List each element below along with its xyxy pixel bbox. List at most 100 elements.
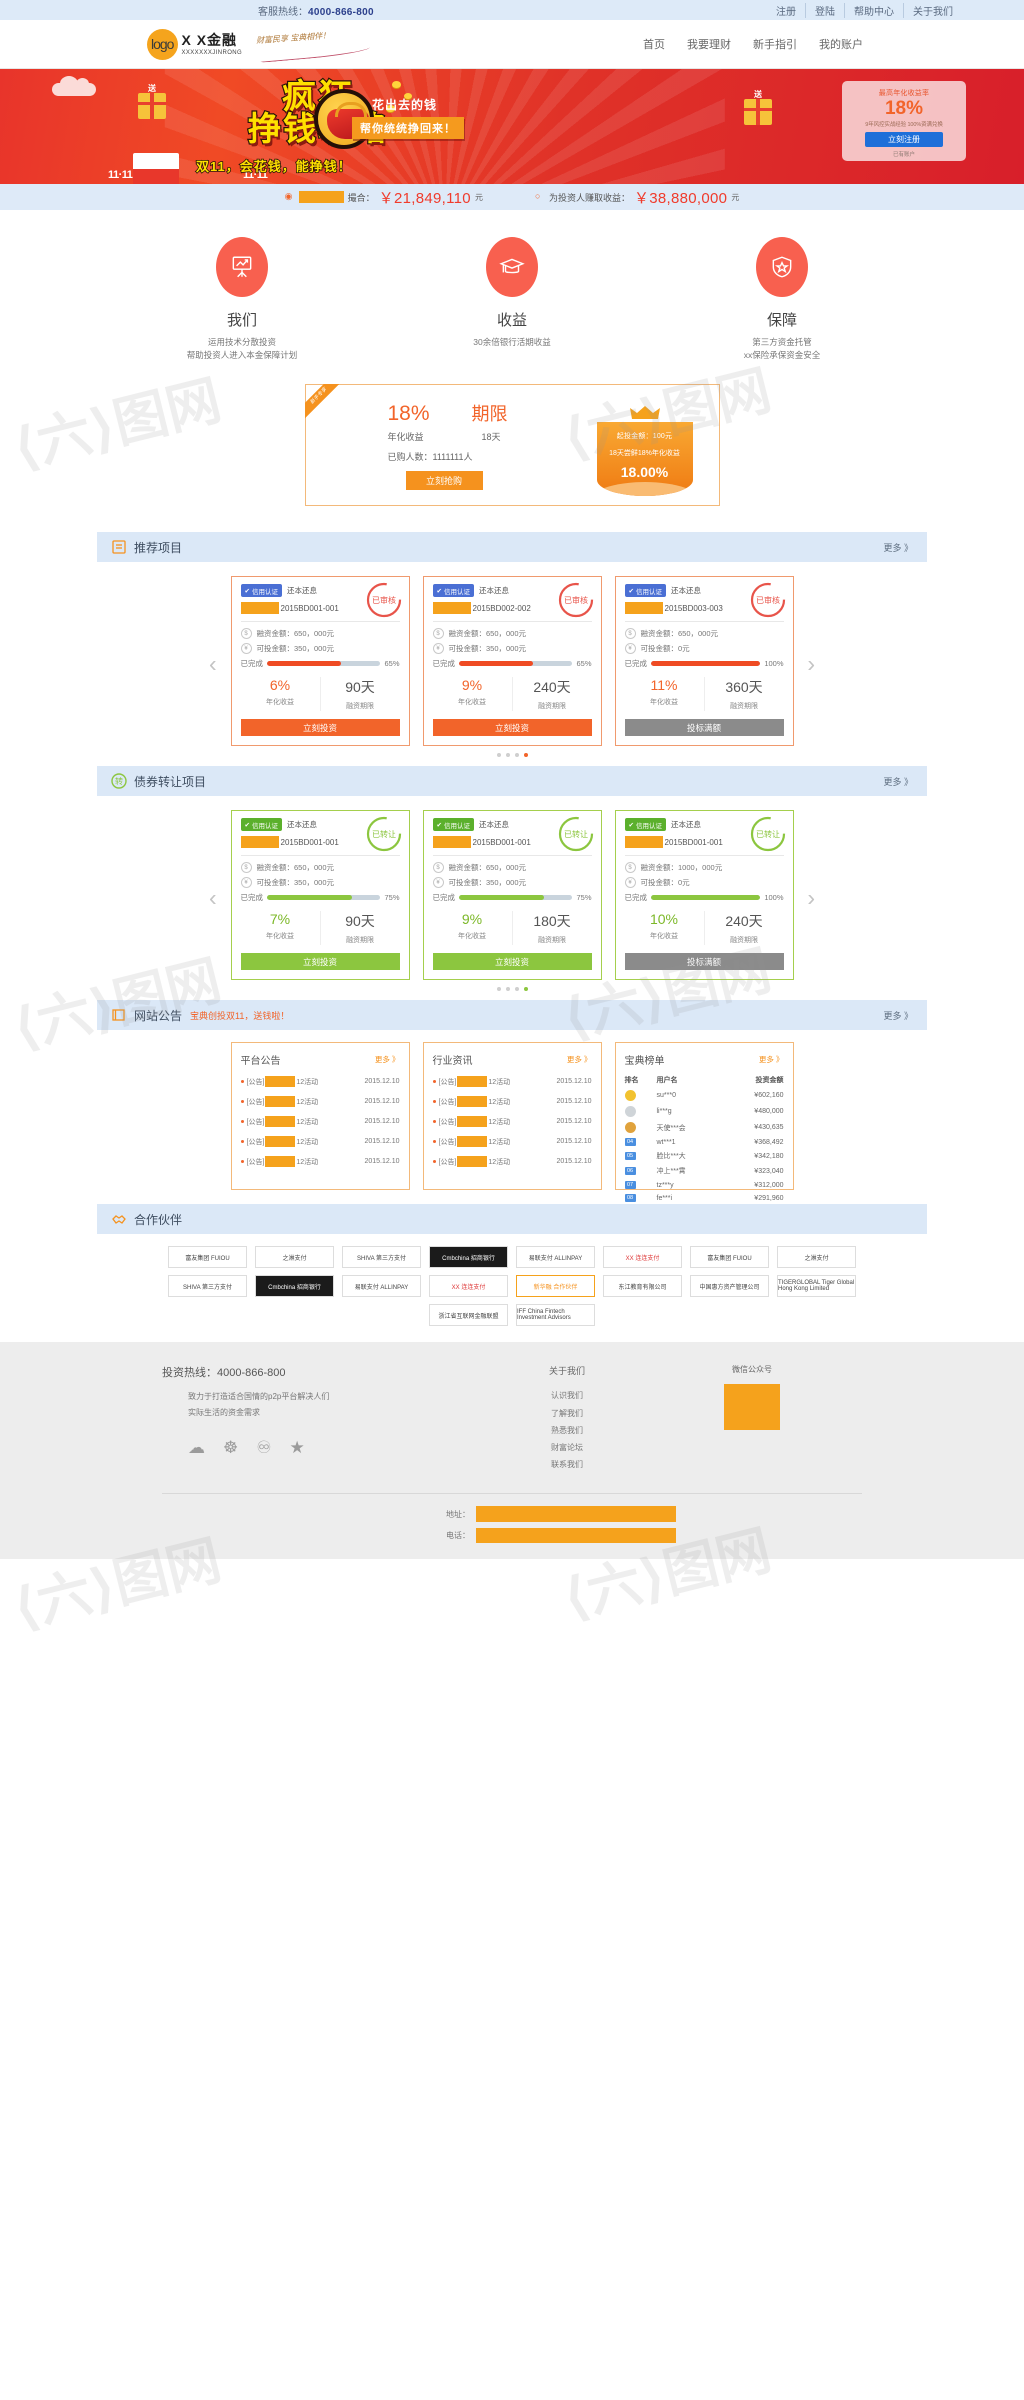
- register-footer[interactable]: 已有账户: [850, 150, 958, 158]
- notice-row[interactable]: [公告] 12活动 2015.12.10: [432, 1116, 592, 1128]
- nav-invest[interactable]: 我要理财: [687, 36, 731, 52]
- carousel-next-icon[interactable]: ›: [807, 885, 815, 912]
- dot[interactable]: [505, 753, 510, 758]
- promo-ribbon: 新手专享: [304, 384, 343, 422]
- notice-row[interactable]: [公告] 12活动 2015.12.10: [240, 1116, 400, 1128]
- footer-link-learn[interactable]: 了解我们: [492, 1405, 642, 1422]
- dot[interactable]: [514, 987, 519, 992]
- partner-logo[interactable]: 东江教育有限公司: [603, 1275, 682, 1298]
- partner-logo[interactable]: 富友集团 FUIOU: [168, 1246, 247, 1269]
- logo[interactable]: logo X X金融 XXXXXXXJINRONG 财富民享 宝典相伴！: [147, 28, 376, 63]
- partner-logo[interactable]: IFF China Fintech Investment Advisors: [516, 1304, 595, 1327]
- nav-home[interactable]: 首页: [643, 36, 665, 52]
- money-bag-icon: $: [624, 862, 636, 874]
- audit-stamp: 已审核: [749, 581, 787, 619]
- partner-logo[interactable]: XX 连连支付: [603, 1246, 682, 1269]
- investable-amount: 可投金额：350，000元: [448, 644, 527, 654]
- dot[interactable]: [496, 987, 501, 992]
- project-card[interactable]: ✔ 信用认证 还本还息 已审核 2015BD002-002 $ 融资金额：650，…: [422, 576, 602, 747]
- notice-row[interactable]: [公告] 12活动 2015.12.10: [432, 1096, 592, 1108]
- register-button[interactable]: 立刻注册: [865, 131, 943, 147]
- progress-bar: [651, 895, 761, 901]
- partner-logo[interactable]: 易联支付 ALLINPAY: [342, 1275, 421, 1298]
- dot-active[interactable]: [523, 987, 528, 992]
- gold-crown-icon: [624, 1090, 636, 1102]
- ranking-row: 06 冲上***霄 ¥323,040: [624, 1166, 784, 1176]
- dot[interactable]: [496, 753, 501, 758]
- link-about[interactable]: 关于我们: [904, 3, 962, 18]
- notice-row[interactable]: [公告] 12活动 2015.12.10: [432, 1136, 592, 1148]
- progress-label: 已完成: [432, 893, 456, 903]
- nav-account[interactable]: 我的账户: [819, 36, 863, 52]
- transfer-card[interactable]: ✔ 信用认证 还本还息 已转让 2015BD001-001 $ 融资金额：650，…: [230, 810, 410, 981]
- wechat-icon[interactable]: ☁: [188, 1438, 205, 1458]
- notice-row[interactable]: [公告] 12活动 2015.12.10: [240, 1136, 400, 1148]
- dot[interactable]: [514, 753, 519, 758]
- project-card[interactable]: ✔ 信用认证 还本还息 已审核 2015BD001-001 $ 融资金额：650，…: [230, 576, 410, 747]
- partner-logo[interactable]: 中国惠方资产管理公司: [690, 1275, 769, 1298]
- notice-more-link[interactable]: 更多 》: [883, 1009, 913, 1022]
- partner-logo[interactable]: SHIVA 第三方支付: [342, 1246, 421, 1269]
- stats-bar: ◉ 撮合： ￥21,849,110 元 ○ 为投资人赚取收益： ￥38,880,…: [0, 184, 1024, 210]
- partner-logo[interactable]: SHIVA 第三方支付: [168, 1275, 247, 1298]
- footer-link-forum[interactable]: 财富论坛: [492, 1439, 642, 1456]
- partner-logo[interactable]: XX 连连支付: [429, 1275, 508, 1298]
- partner-logo[interactable]: 浙江省互联网金融联盟: [429, 1304, 508, 1327]
- link-login[interactable]: 登陆: [806, 2, 845, 18]
- transfer-card[interactable]: ✔ 信用认证 还本还息 已转让 2015BD001-001 $ 融资金额：1000…: [614, 810, 794, 981]
- investable-amount: 可投金额：350，000元: [256, 878, 335, 888]
- phone-label: 电话：: [446, 1531, 470, 1541]
- transfer-card[interactable]: ✔ 信用认证 还本还息 已转让 2015BD001-001 $ 融资金额：650，…: [422, 810, 602, 981]
- carousel-dots[interactable]: [97, 746, 927, 760]
- partner-logo[interactable]: 之淋支付: [777, 1246, 856, 1269]
- partner-logo[interactable]: 富友集团 FUIOU: [690, 1246, 769, 1269]
- partner-logo[interactable]: 易联支付 ALLINPAY: [516, 1246, 595, 1269]
- partner-logo[interactable]: 新华融 合作伙伴: [516, 1275, 595, 1298]
- term-value: 180天: [533, 913, 571, 930]
- qq-icon[interactable]: ♾: [256, 1438, 271, 1458]
- promo-buy-button[interactable]: 立刻抢购: [405, 471, 483, 491]
- partner-logo[interactable]: Cmbchina 招商银行: [255, 1275, 334, 1298]
- partner-logo[interactable]: 之淋支付: [255, 1246, 334, 1269]
- footer-link-familiar[interactable]: 熟悉我们: [492, 1422, 642, 1439]
- link-help[interactable]: 帮助中心: [845, 2, 904, 18]
- hero-banner[interactable]: 送 送 疯狂 挣钱攻略 花出去的钱 帮你统统挣回来！ 11·11 11·11 双…: [0, 69, 1024, 184]
- panel-more[interactable]: 更多 》: [759, 1054, 784, 1065]
- star-icon[interactable]: ★: [290, 1438, 305, 1458]
- notice-row[interactable]: [公告] 12活动 2015.12.10: [240, 1096, 400, 1108]
- nav-guide[interactable]: 新手指引: [753, 36, 797, 52]
- panel-more[interactable]: 更多 》: [375, 1054, 400, 1065]
- transfer-more-link[interactable]: 更多 》: [883, 775, 913, 788]
- dot[interactable]: [505, 987, 510, 992]
- newbie-promo-card[interactable]: 新手专享 18% 期限 年化收益 18天 已购人数：1111111人 立刻抢购 …: [304, 384, 720, 507]
- notice-row[interactable]: [公告] 12活动 2015.12.10: [432, 1156, 592, 1168]
- invest-button[interactable]: 立刻投资: [240, 953, 400, 971]
- transferred-stamp: 已转让: [557, 815, 595, 853]
- notice-row[interactable]: [公告] 12活动 2015.12.10: [240, 1076, 400, 1088]
- invest-button[interactable]: 立刻投资: [432, 953, 592, 971]
- finance-amount: 融资金额：650，000元: [640, 629, 719, 639]
- platform-notice-panel: 平台公告 更多 》 [公告] 12活动 2015.12.10 [公告] 12活动 201…: [230, 1042, 410, 1191]
- promo-box-rate: 18.00%: [620, 464, 669, 481]
- notice-row[interactable]: [公告] 12活动 2015.12.10: [240, 1156, 400, 1168]
- panel-more[interactable]: 更多 》: [567, 1054, 592, 1065]
- term-label: 融资期限: [730, 937, 758, 945]
- invest-button[interactable]: 立刻投资: [432, 719, 592, 737]
- footer-link-know[interactable]: 认识我们: [492, 1387, 642, 1404]
- recommend-more-link[interactable]: 更多 》: [883, 541, 913, 554]
- notice-row[interactable]: [公告] 12活动 2015.12.10: [432, 1076, 592, 1088]
- link-register[interactable]: 注册: [767, 2, 806, 18]
- project-card[interactable]: ✔ 信用认证 还本还息 已审核 2015BD003-003 $ 融资金额：650，…: [614, 576, 794, 747]
- register-rate-label: 最高年化收益率: [878, 90, 930, 97]
- weibo-icon[interactable]: ☸: [223, 1438, 238, 1458]
- carousel-next-icon[interactable]: ›: [807, 651, 815, 678]
- carousel-dots[interactable]: [97, 980, 927, 994]
- footer-link-contact[interactable]: 联系我们: [492, 1456, 642, 1473]
- dot-active[interactable]: [523, 753, 528, 758]
- partner-logo[interactable]: Cmbchina 招商银行: [429, 1246, 508, 1269]
- carousel-prev-icon[interactable]: ‹: [209, 651, 217, 678]
- invest-button[interactable]: 立刻投资: [240, 719, 400, 737]
- carousel-prev-icon[interactable]: ‹: [209, 885, 217, 912]
- partner-logo[interactable]: TIGERGLOBAL Tiger Global Hong Kong Limit…: [777, 1275, 856, 1298]
- register-card[interactable]: 最高年化收益率 18% 9年风控实战经验 100%资满兑换 立刻注册 已有账户: [842, 81, 966, 161]
